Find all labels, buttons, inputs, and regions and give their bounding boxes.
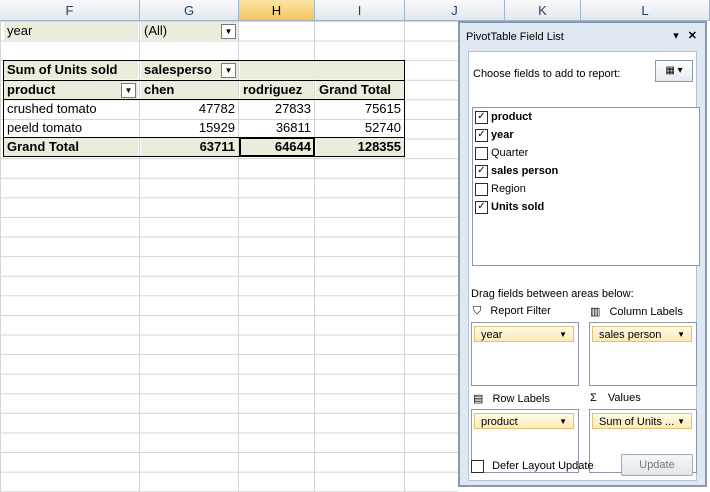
value-cell[interactable]: 27833 bbox=[240, 100, 314, 118]
panel-menu-icon[interactable]: ▾ bbox=[673, 30, 679, 42]
row-label[interactable]: peeld tomato bbox=[4, 119, 138, 137]
column-header-blank bbox=[240, 61, 404, 79]
column-header-g[interactable]: G bbox=[140, 0, 239, 21]
panel-window-controls: ▾ ✕ bbox=[673, 29, 697, 42]
value-cell[interactable]: 75615 bbox=[316, 100, 404, 118]
field-item-quarter[interactable]: Quarter bbox=[473, 144, 699, 162]
choose-fields-label: Choose fields to add to report: bbox=[473, 68, 621, 80]
value-cell[interactable]: 52740 bbox=[316, 119, 404, 137]
checkbox-unchecked-icon[interactable] bbox=[475, 182, 488, 196]
field-item-region[interactable]: Region bbox=[473, 180, 699, 198]
grand-total-value-selected[interactable]: 64644 bbox=[239, 137, 315, 157]
close-icon[interactable]: ✕ bbox=[688, 30, 697, 42]
sigma-icon: Σ bbox=[590, 392, 597, 404]
panel-title: PivotTable Field List bbox=[466, 31, 564, 43]
field-item-units-sold[interactable]: ✓ Units sold bbox=[473, 198, 699, 216]
defer-layout-update[interactable]: Defer Layout Update bbox=[471, 460, 594, 473]
value-cell[interactable]: 15929 bbox=[141, 119, 238, 137]
report-filter-area[interactable]: year ▼ bbox=[471, 322, 579, 386]
chevron-down-icon[interactable]: ▼ bbox=[677, 327, 685, 343]
column-header-i[interactable]: I bbox=[315, 0, 405, 21]
value-cell[interactable]: 47782 bbox=[141, 100, 238, 118]
field-item-sales-person[interactable]: ✓ sales person bbox=[473, 162, 699, 180]
row-labels-header: ▤ Row Labels bbox=[473, 393, 550, 405]
update-button[interactable]: Update bbox=[621, 454, 693, 476]
col-header-grand-total[interactable]: Grand Total bbox=[316, 81, 404, 99]
chevron-down-icon[interactable]: ▼ bbox=[559, 327, 567, 343]
column-header-j[interactable]: J bbox=[405, 0, 505, 21]
column-header-h[interactable]: H bbox=[239, 0, 315, 21]
row-field-cell[interactable]: product bbox=[4, 81, 138, 99]
report-filter-header: ⛉ Report Filter bbox=[473, 305, 551, 317]
grand-total-label[interactable]: Grand Total bbox=[4, 138, 138, 156]
grand-total-value[interactable]: 128355 bbox=[316, 138, 404, 156]
field-item-product[interactable]: ✓ product bbox=[473, 108, 699, 126]
drag-fields-label: Drag fields between areas below: bbox=[471, 288, 634, 300]
col-header-chen[interactable]: chen bbox=[141, 81, 238, 99]
checkbox-unchecked-icon[interactable] bbox=[471, 460, 484, 473]
row-label[interactable]: crushed tomato bbox=[4, 100, 138, 118]
column-grid-icon: ▥ bbox=[590, 306, 601, 318]
pivot-field-list-panel: PivotTable Field List ▾ ✕ Choose fields … bbox=[458, 21, 707, 487]
grand-total-value[interactable]: 63711 bbox=[141, 138, 238, 156]
checkbox-checked-icon[interactable]: ✓ bbox=[475, 164, 488, 178]
row-grid-icon: ▤ bbox=[473, 393, 484, 405]
checkbox-checked-icon[interactable]: ✓ bbox=[475, 200, 488, 214]
panel-body: Choose fields to add to report: ▦ ▾ ✓ pro… bbox=[468, 51, 700, 481]
column-labels-chip[interactable]: sales person ▼ bbox=[592, 326, 692, 342]
row-labels-chip[interactable]: product ▼ bbox=[474, 413, 574, 429]
report-filter-chip[interactable]: year ▼ bbox=[474, 326, 574, 342]
col-header-rodriguez[interactable]: rodriguez bbox=[240, 81, 314, 99]
value-cell[interactable]: 36811 bbox=[240, 119, 314, 137]
field-list[interactable]: ✓ product ✓ year Quarter ✓ sales person Reg… bbox=[472, 107, 700, 266]
filter-funnel-icon: ⛉ bbox=[473, 305, 482, 317]
column-field-dropdown-icon[interactable]: ▼ bbox=[221, 63, 236, 78]
checkbox-unchecked-icon[interactable] bbox=[475, 146, 488, 160]
values-chip[interactable]: Sum of Units ... ▼ bbox=[592, 413, 692, 429]
column-labels-area[interactable]: sales person ▼ bbox=[589, 322, 697, 386]
pivot-corner-cell[interactable]: Sum of Units sold bbox=[4, 61, 138, 79]
row-field-dropdown-icon[interactable]: ▼ bbox=[121, 83, 136, 98]
checkbox-checked-icon[interactable]: ✓ bbox=[475, 128, 488, 142]
column-labels-header: ▥ Column Labels bbox=[590, 306, 683, 318]
column-header-f[interactable]: F bbox=[0, 0, 140, 21]
field-layout-icon: ▦ ▾ bbox=[665, 65, 683, 76]
field-item-year[interactable]: ✓ year bbox=[473, 126, 699, 144]
chevron-down-icon[interactable]: ▼ bbox=[559, 414, 567, 430]
filter-label-cell[interactable]: year bbox=[4, 22, 138, 40]
column-header-k[interactable]: K bbox=[505, 0, 581, 21]
filter-dropdown-icon[interactable]: ▼ bbox=[221, 24, 236, 39]
checkbox-checked-icon[interactable]: ✓ bbox=[475, 110, 488, 124]
field-layout-button[interactable]: ▦ ▾ bbox=[655, 60, 693, 82]
chevron-down-icon[interactable]: ▼ bbox=[677, 414, 685, 430]
values-header: Σ Values bbox=[590, 392, 641, 404]
column-header-l[interactable]: L bbox=[581, 0, 710, 21]
